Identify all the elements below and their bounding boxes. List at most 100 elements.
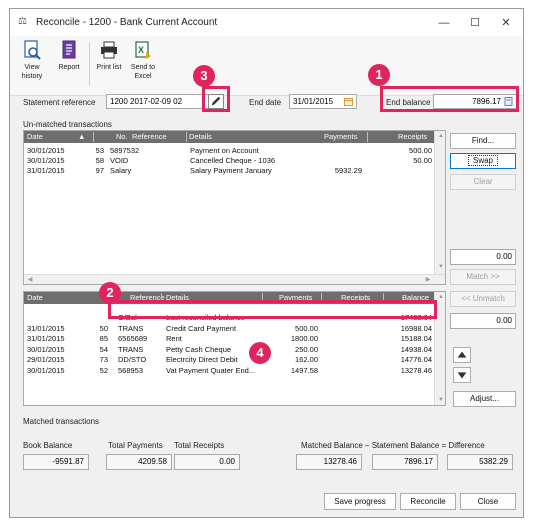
col-reference[interactable]: Reference	[132, 132, 167, 141]
scales-icon: ⚖	[18, 16, 27, 27]
scroll-left-icon[interactable]: ◀	[24, 275, 36, 284]
cell-balance: 15188.04	[400, 334, 432, 344]
save-progress-button[interactable]: Save progress	[324, 493, 396, 510]
difference-field: 5382.29	[447, 454, 513, 470]
table-row[interactable]: 31/01/2015 85 6565689 Rent 1800.00 15188.04	[24, 334, 434, 344]
cell-details: Payment on Account	[190, 146, 259, 155]
unmatched-grid-header: Date ▲ No. Reference Details Payments Re…	[24, 131, 445, 143]
cell-date: 31/01/2015	[27, 323, 65, 333]
scroll-up-icon[interactable]: ▲	[435, 131, 445, 142]
cell-payments: 500.00	[295, 323, 318, 333]
cell-details: Petty Cash Cheque	[166, 344, 232, 354]
table-row[interactable]: 30/01/2015 52 568953 Vat Payment Quater End…	[24, 366, 434, 376]
report-button[interactable]: Report	[54, 40, 84, 94]
sort-up-icon[interactable]: ▲	[78, 132, 85, 141]
cell-ref: TRANS	[118, 323, 144, 333]
callout-2: 2	[99, 282, 121, 304]
swap-button[interactable]: Swap	[450, 153, 516, 169]
scroll-down-icon[interactable]: ▼	[435, 395, 445, 405]
cell-balance: 14938.04	[400, 344, 432, 354]
cell-details: Credit Card Payment	[166, 323, 237, 333]
table-row[interactable]: 29/01/2015 73 DD/STO Electrcity Direct Debi…	[24, 355, 434, 365]
unmatched-grid[interactable]: Date ▲ No. Reference Details Payments Re…	[23, 130, 446, 285]
move-down-button[interactable]	[453, 367, 471, 383]
send-to-excel-label: Send to Excel	[130, 64, 156, 80]
cell-payments: 5932.29	[334, 166, 362, 175]
callout-3: 3	[193, 65, 215, 87]
col-date[interactable]: Date	[27, 293, 43, 302]
highlight-opening-balance	[108, 300, 437, 319]
unmatched-vscroll[interactable]: ▲ ▼	[434, 131, 445, 274]
col-details[interactable]: Details	[189, 132, 212, 141]
cell-date: 30/01/2015	[27, 156, 65, 165]
unmatched-hscroll[interactable]: ◀ ▶	[24, 274, 445, 284]
send-to-excel-button[interactable]: X Send to Excel	[128, 40, 158, 94]
print-list-button[interactable]: Print list	[92, 40, 126, 94]
cell-date: 30/01/2015	[27, 366, 65, 375]
cell-details: Rent	[166, 334, 182, 344]
cell-ref: 568953	[118, 366, 144, 375]
reconcile-button[interactable]: Reconcile	[400, 493, 456, 510]
move-up-button[interactable]	[453, 347, 471, 363]
adjust-button[interactable]: Adjust...	[453, 391, 516, 407]
find-button[interactable]: Find...	[450, 133, 516, 149]
col-payments[interactable]: Payments	[324, 132, 357, 141]
close-window-button[interactable]: ✕	[490, 13, 522, 33]
reconcile-window: ⚖ Reconcile - 1200 - Bank Current Accoun…	[9, 8, 524, 518]
cell-ref: VOID	[110, 156, 129, 165]
cell-details: Vat Payment Quater End...	[166, 366, 256, 375]
view-history-label: View history	[21, 64, 43, 80]
highlight-end-balance	[380, 86, 519, 112]
maximize-button[interactable]: ☐	[459, 13, 491, 33]
matched-total-field: 0.00	[450, 313, 516, 329]
total-receipts-field: 0.00	[174, 454, 240, 470]
col-separator	[367, 132, 368, 142]
cell-ref: 5897532	[110, 146, 140, 155]
callout-1: 1	[368, 64, 390, 86]
scroll-down-icon[interactable]: ▼	[435, 262, 445, 273]
cell-details: Cancelled Cheque - 1036	[190, 156, 276, 165]
total-payments-field: 4209.58	[106, 454, 172, 470]
statement-reference-input[interactable]: 1200 2017-02-09 02	[106, 94, 213, 109]
close-button[interactable]: Close	[460, 493, 516, 510]
cell-payments: 162.00	[295, 355, 318, 365]
cell-no: 50	[99, 323, 108, 333]
col-receipts[interactable]: Receipts	[398, 132, 427, 141]
col-separator	[93, 132, 94, 142]
printer-icon	[101, 41, 117, 59]
cell-ref: Salary	[110, 166, 132, 175]
matched-section-label: Matched transactions	[23, 417, 100, 426]
report-icon	[62, 40, 76, 59]
cell-ref: DD/STO	[118, 355, 147, 365]
cell-no: 54	[99, 344, 108, 354]
cell-no: 53	[95, 146, 104, 155]
book-balance-label: Book Balance	[23, 441, 73, 450]
col-separator	[186, 132, 187, 142]
end-date-value: 31/01/2015	[293, 97, 334, 106]
table-row[interactable]: 30/01/2015 58 VOID Cancelled Cheque - 1036 5…	[24, 156, 434, 166]
unmatch-button[interactable]: << Unmatch	[450, 291, 516, 307]
triangle-down-icon	[457, 372, 467, 379]
table-row[interactable]: 30/01/2015 53 5897532 Payment on Account 500…	[24, 146, 434, 156]
total-receipts-label: Total Receipts	[174, 441, 225, 450]
calendar-icon[interactable]	[344, 97, 353, 106]
table-row[interactable]: 31/01/2015 97 Salary Salary Payment January…	[24, 166, 434, 176]
cell-no: 73	[99, 355, 108, 365]
table-row[interactable]: 31/01/2015 50 TRANS Credit Card Payment 500.…	[24, 324, 434, 334]
scroll-right-icon[interactable]: ▶	[422, 275, 434, 284]
table-row[interactable]: 30/01/2015 54 TRANS Petty Cash Cheque 250.00…	[24, 345, 434, 355]
end-date-input[interactable]: 31/01/2015	[289, 94, 357, 109]
book-balance-field: -9591.87	[23, 454, 89, 470]
cell-ref: 6565689	[118, 334, 148, 344]
statement-reference-label: Statement reference	[23, 98, 96, 107]
col-date[interactable]: Date	[27, 132, 43, 141]
match-button[interactable]: Match >>	[450, 269, 516, 285]
cell-payments: 250.00	[295, 344, 318, 354]
cell-date: 30/01/2015	[27, 344, 65, 354]
view-history-button[interactable]: View history	[16, 40, 48, 94]
statement-balance-field: 7896.17	[372, 454, 438, 470]
cell-no: 58	[95, 156, 104, 165]
minimize-button[interactable]: —	[428, 13, 460, 33]
clear-button[interactable]: Clear	[450, 174, 516, 190]
col-no[interactable]: No.	[116, 132, 128, 141]
